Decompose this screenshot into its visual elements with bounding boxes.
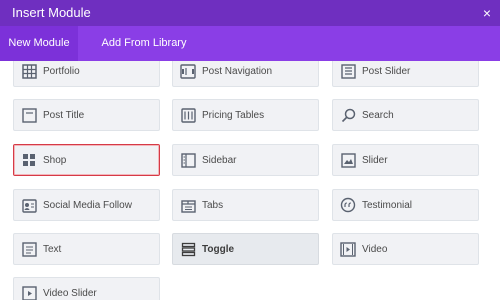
- tab-bar: New Module Add From Library: [0, 26, 500, 61]
- portfolio-icon: [21, 63, 37, 79]
- module-post-navigation[interactable]: Post Navigation: [172, 61, 319, 87]
- post-slider-icon: [340, 63, 356, 79]
- module-shop[interactable]: Shop: [13, 144, 160, 176]
- social-media-follow-icon: [21, 197, 37, 213]
- module-label: Sidebar: [202, 154, 237, 166]
- module-slider[interactable]: Slider: [332, 144, 479, 176]
- sidebar-icon: [180, 152, 196, 168]
- toggle-icon: [180, 241, 196, 257]
- modal-title: Insert Module: [12, 5, 91, 20]
- slider-icon: [340, 152, 356, 168]
- video-slider-icon: [21, 285, 37, 300]
- tab-add-from-library[interactable]: Add From Library: [96, 26, 192, 61]
- close-icon[interactable]: ×: [474, 0, 500, 26]
- module-label: Portfolio: [43, 65, 80, 77]
- module-post-title[interactable]: Post Title: [13, 99, 160, 131]
- module-video[interactable]: Video: [332, 233, 479, 265]
- module-label: Post Navigation: [202, 65, 273, 77]
- module-label: Social Media Follow: [43, 199, 132, 211]
- module-label: Post Slider: [362, 65, 411, 77]
- module-grid: Portfolio Post Navigation Post Slider Po…: [0, 61, 500, 300]
- module-toggle[interactable]: Toggle: [172, 233, 319, 265]
- module-label: Video: [362, 243, 388, 255]
- module-label: Slider: [362, 154, 388, 166]
- pricing-tables-icon: [180, 107, 196, 123]
- testimonial-icon: [340, 197, 356, 213]
- module-label: Text: [43, 243, 62, 255]
- module-pricing-tables[interactable]: Pricing Tables: [172, 99, 319, 131]
- module-text[interactable]: Text: [13, 233, 160, 265]
- module-social-media-follow[interactable]: Social Media Follow: [13, 189, 160, 221]
- insert-module-modal: Insert Module × New Module Add From Libr…: [0, 0, 500, 300]
- video-icon: [340, 241, 356, 257]
- module-video-slider[interactable]: Video Slider: [13, 277, 160, 300]
- module-label: Testimonial: [362, 199, 413, 211]
- module-label: Video Slider: [43, 287, 97, 299]
- module-label: Post Title: [43, 109, 85, 121]
- module-label: Pricing Tables: [202, 109, 265, 121]
- shop-icon: [21, 152, 37, 168]
- module-testimonial[interactable]: Testimonial: [332, 189, 479, 221]
- module-label: Tabs: [202, 199, 224, 211]
- search-icon: [340, 107, 356, 123]
- post-navigation-icon: [180, 63, 196, 79]
- text-icon: [21, 241, 37, 257]
- module-post-slider[interactable]: Post Slider: [332, 61, 479, 87]
- module-sidebar[interactable]: Sidebar: [172, 144, 319, 176]
- tabs-icon: [180, 197, 196, 213]
- module-label: Shop: [43, 154, 67, 166]
- module-tabs[interactable]: Tabs: [172, 189, 319, 221]
- module-label: Toggle: [202, 243, 235, 255]
- tab-new-module[interactable]: New Module: [0, 26, 78, 61]
- module-search[interactable]: Search: [332, 99, 479, 131]
- post-title-icon: [21, 107, 37, 123]
- module-label: Search: [362, 109, 394, 121]
- module-portfolio[interactable]: Portfolio: [13, 61, 160, 87]
- modal-header: Insert Module ×: [0, 0, 500, 26]
